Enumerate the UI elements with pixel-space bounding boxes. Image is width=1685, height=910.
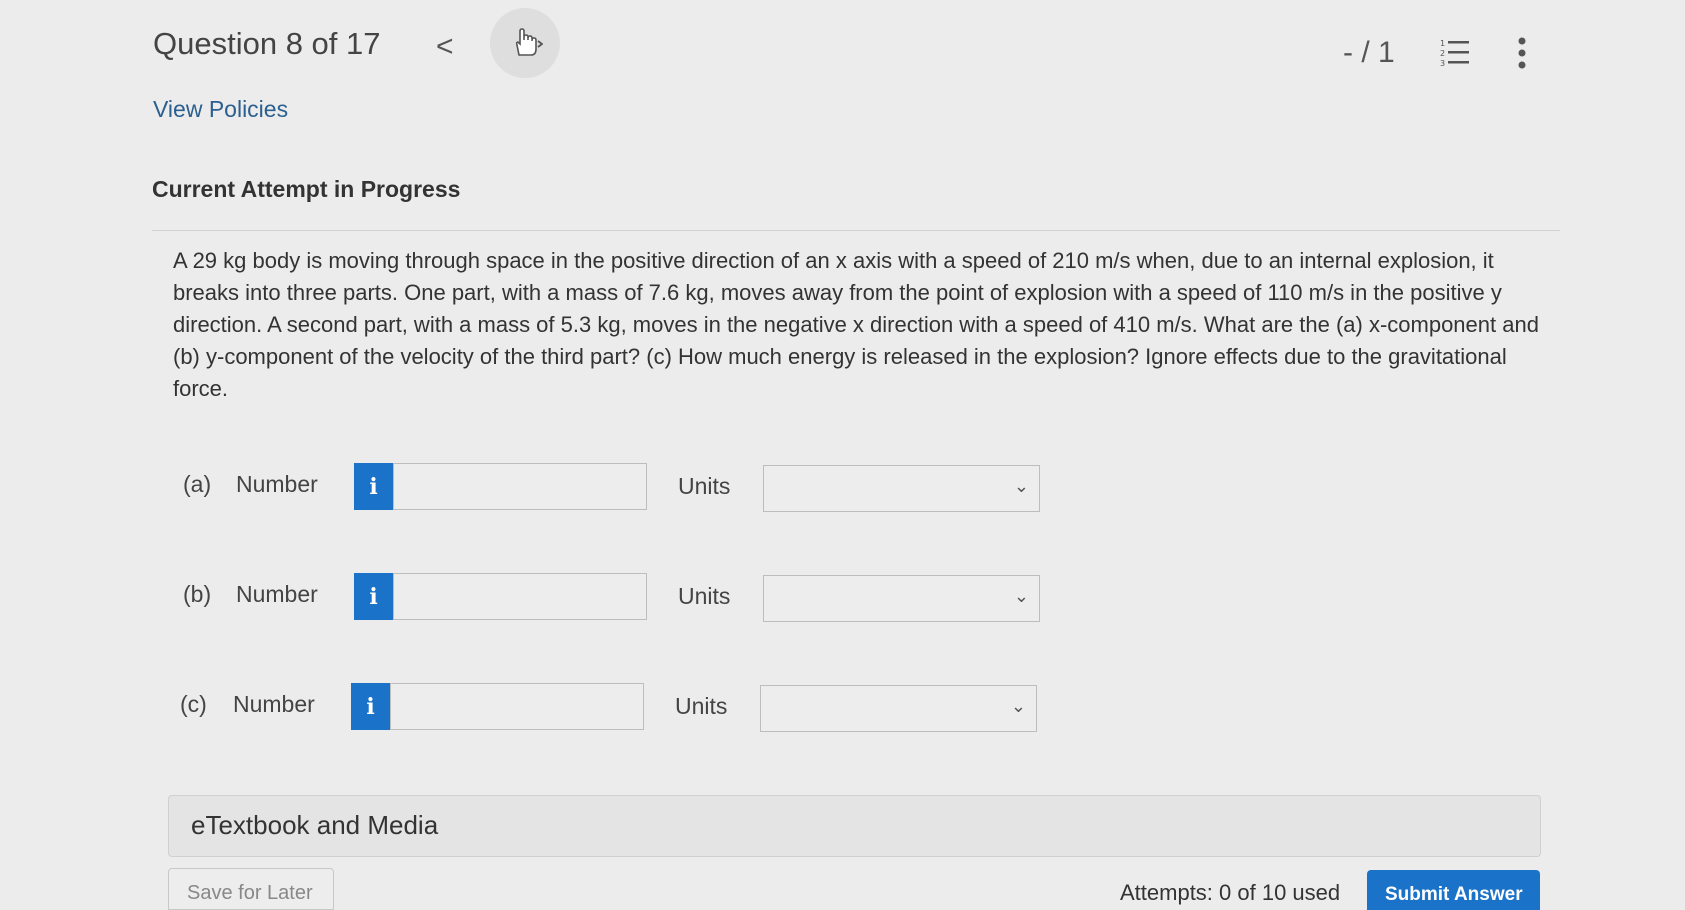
units-label: Units (678, 473, 731, 499)
answer-row-b: (b) Number i Units ⌄ (0, 573, 1100, 623)
answer-row-c: (c) Number i Units ⌄ (0, 683, 1097, 733)
number-input-c[interactable] (390, 683, 644, 730)
number-input-a[interactable] (393, 463, 647, 510)
answer-row-a: (a) Number i Units ⌄ (0, 463, 1100, 513)
svg-text:2: 2 (1440, 49, 1445, 58)
submit-answer-label: Submit Answer (1385, 884, 1523, 905)
number-label: Number (236, 581, 318, 607)
etextbook-media-panel[interactable]: eTextbook and Media (168, 795, 1541, 857)
question-header: Question 8 of 17 < - / 1 1 2 3 (0, 0, 1685, 100)
chevron-down-icon: ⌄ (1010, 696, 1026, 716)
save-for-later-button[interactable]: Save for Later (168, 868, 334, 910)
info-icon[interactable]: i (354, 463, 393, 510)
part-label: (a) (183, 471, 212, 497)
next-question-button[interactable] (490, 8, 560, 78)
units-select-b[interactable]: ⌄ (763, 575, 1040, 622)
svg-text:1: 1 (1440, 39, 1445, 48)
number-label: Number (236, 471, 318, 497)
question-prompt: A 29 kg body is moving through space in … (173, 248, 1539, 401)
etextbook-media-label: eTextbook and Media (191, 810, 439, 840)
number-input-b[interactable] (393, 573, 647, 620)
units-label: Units (675, 693, 728, 719)
attempts-counter: Attempts: 0 of 10 used (1120, 880, 1341, 905)
section-divider (152, 230, 1560, 231)
number-label: Number (233, 691, 315, 717)
kebab-menu-icon[interactable] (1515, 36, 1529, 72)
question-counter: Question 8 of 17 (153, 26, 381, 61)
chevron-down-icon: ⌄ (1013, 476, 1029, 496)
score-display: - / 1 (1343, 36, 1395, 69)
numbered-list-icon[interactable]: 1 2 3 (1440, 38, 1470, 68)
info-icon[interactable]: i (354, 573, 393, 620)
units-select-c[interactable]: ⌄ (760, 685, 1037, 732)
units-select-a[interactable]: ⌄ (763, 465, 1040, 512)
view-policies-link[interactable]: View Policies (153, 96, 288, 123)
pointer-hand-icon (515, 28, 543, 56)
units-label: Units (678, 583, 731, 609)
submit-answer-button[interactable]: Submit Answer (1367, 870, 1540, 910)
info-icon[interactable]: i (351, 683, 390, 730)
chevron-down-icon: ⌄ (1013, 586, 1029, 606)
part-label: (b) (183, 581, 212, 607)
save-for-later-label: Save for Later (187, 882, 313, 904)
svg-text:3: 3 (1440, 59, 1445, 68)
attempt-status-heading: Current Attempt in Progress (152, 176, 461, 202)
chevron-left-icon[interactable]: < (436, 30, 454, 64)
part-label: (c) (180, 691, 207, 717)
